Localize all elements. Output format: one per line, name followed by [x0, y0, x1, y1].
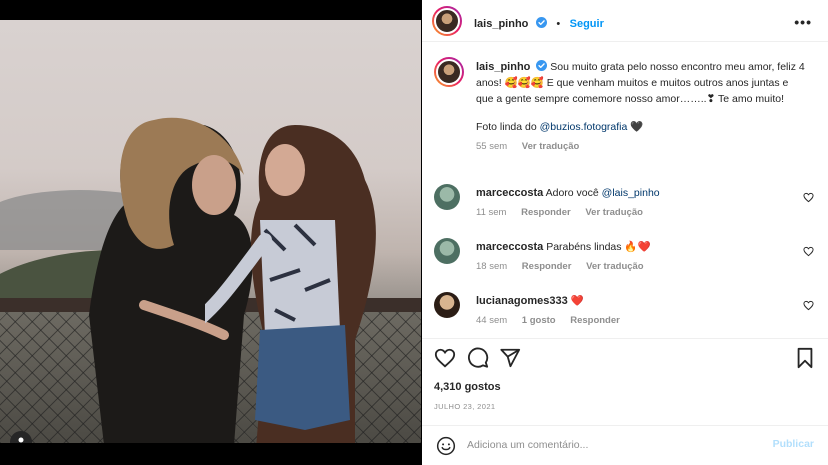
comment-meta: 44 sem 1 gosto Responder: [476, 314, 786, 328]
heart-icon[interactable]: [434, 347, 456, 369]
comment-input[interactable]: [467, 434, 757, 456]
header-user-info: lais_pinho • Seguir: [474, 14, 604, 32]
comment-reply-button[interactable]: Responder: [522, 261, 572, 272]
avatar-image: [434, 8, 460, 34]
comment-like-icon[interactable]: [803, 246, 814, 257]
comment-reply-button[interactable]: Responder: [521, 207, 571, 218]
likes-count[interactable]: 4,310 gostos: [434, 381, 501, 393]
comment-avatar[interactable]: [434, 184, 460, 210]
publish-button[interactable]: Publicar: [773, 438, 814, 450]
emoji-icon[interactable]: [436, 436, 456, 456]
comment-icon[interactable]: [467, 347, 489, 369]
tag-user-icon: [18, 437, 24, 443]
share-icon[interactable]: [499, 347, 521, 369]
verified-badge-icon: [535, 17, 547, 28]
verified-badge-icon: [536, 60, 548, 71]
comment-meta: 11 sem Responder Ver tradução: [476, 206, 786, 220]
caption-avatar[interactable]: [434, 57, 464, 87]
comment-text-block: lucianagomes333 ❤️ 44 sem 1 gosto Respon…: [476, 294, 786, 328]
comment-avatar[interactable]: [434, 238, 460, 264]
comment-text: Adoro você: [545, 187, 602, 199]
bookmark-icon[interactable]: [794, 347, 816, 369]
header-separator: •: [556, 18, 561, 30]
header-username[interactable]: lais_pinho: [474, 18, 528, 30]
comment-mention-link[interactable]: @lais_pinho: [602, 187, 660, 199]
credit-suffix: 🖤: [627, 121, 644, 133]
post-header: lais_pinho • Seguir •••: [422, 0, 828, 42]
comment-username[interactable]: lucianagomes333: [476, 295, 568, 307]
add-comment-bar: Publicar: [422, 425, 828, 465]
comment-like-icon[interactable]: [803, 300, 814, 311]
comment-time: 44 sem: [476, 315, 508, 326]
comment-translate-link[interactable]: Ver tradução: [586, 261, 644, 272]
caption-photo-credit: Foto linda do @buzios.fotografia 🖤: [476, 119, 806, 135]
comment-avatar[interactable]: [434, 292, 460, 318]
comment-reply-button[interactable]: Responder: [570, 315, 620, 326]
photo-person-right: [205, 125, 376, 443]
avatar-image: [436, 59, 462, 85]
comment-meta: 18 sem Responder Ver tradução: [476, 260, 786, 274]
comment-text: Parabéns lindas 🔥❤️: [546, 241, 651, 253]
comment-text: ❤️: [570, 295, 584, 307]
credit-mention-link[interactable]: @buzios.fotografia: [540, 121, 628, 133]
post-date[interactable]: JULHO 23, 2021: [434, 402, 495, 411]
post-viewer: lais_pinho • Seguir ••• lais_pinho Sou m…: [0, 0, 828, 465]
comment-translate-link[interactable]: Ver tradução: [585, 207, 643, 218]
caption-translate-link[interactable]: Ver tradução: [522, 141, 580, 152]
credit-prefix: Foto linda do: [476, 121, 540, 133]
caption-username[interactable]: lais_pinho: [476, 61, 530, 73]
comment-like-icon[interactable]: [803, 192, 814, 203]
post-actions: 4,310 gostos JULHO 23, 2021: [422, 338, 828, 432]
caption-body: lais_pinho Sou muito grata pelo nosso en…: [476, 59, 806, 107]
comment-username[interactable]: marceccosta: [476, 187, 543, 199]
caption-text-block: lais_pinho Sou muito grata pelo nosso en…: [476, 59, 806, 155]
comments-section: lais_pinho Sou muito grata pelo nosso en…: [422, 43, 828, 338]
follow-button[interactable]: Seguir: [570, 18, 604, 30]
comment-text-block: marceccosta Parabéns lindas 🔥❤️ 18 sem R…: [476, 240, 786, 274]
comment-likes-count[interactable]: 1 gosto: [522, 315, 556, 326]
caption-time: 55 sem: [476, 141, 508, 152]
post-photo[interactable]: [0, 20, 421, 443]
comment-text-block: marceccosta Adoro você @lais_pinho 11 se…: [476, 186, 786, 220]
comment-username[interactable]: marceccosta: [476, 241, 543, 253]
header-avatar[interactable]: [432, 6, 462, 36]
caption-meta: 55 sem Ver tradução: [476, 139, 806, 155]
more-options-icon[interactable]: •••: [794, 14, 812, 30]
post-details-panel: lais_pinho • Seguir ••• lais_pinho Sou m…: [422, 0, 828, 465]
comment-time: 11 sem: [476, 207, 507, 218]
comment-time: 18 sem: [476, 261, 508, 272]
